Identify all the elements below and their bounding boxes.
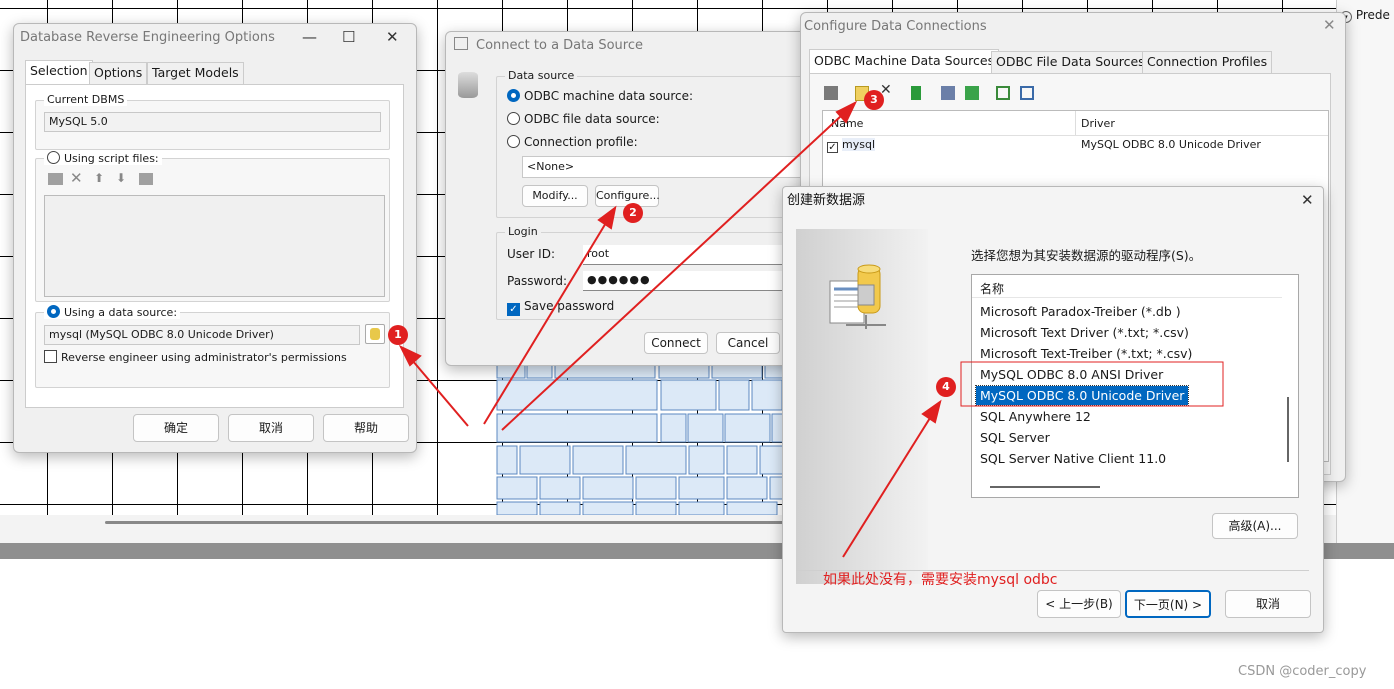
annotation-arrows bbox=[398, 100, 1224, 558]
annotation-marker-1: 1 bbox=[388, 325, 408, 345]
watermark: CSDN @coder_copy bbox=[1238, 664, 1367, 679]
annotation-marker-3: 3 bbox=[864, 90, 884, 110]
annotation-note: 如果此处没有，需要安装mysql odbc bbox=[823, 572, 1058, 588]
annotation-marker-4: 4 bbox=[936, 377, 956, 397]
annotation-marker-2: 2 bbox=[623, 203, 643, 223]
